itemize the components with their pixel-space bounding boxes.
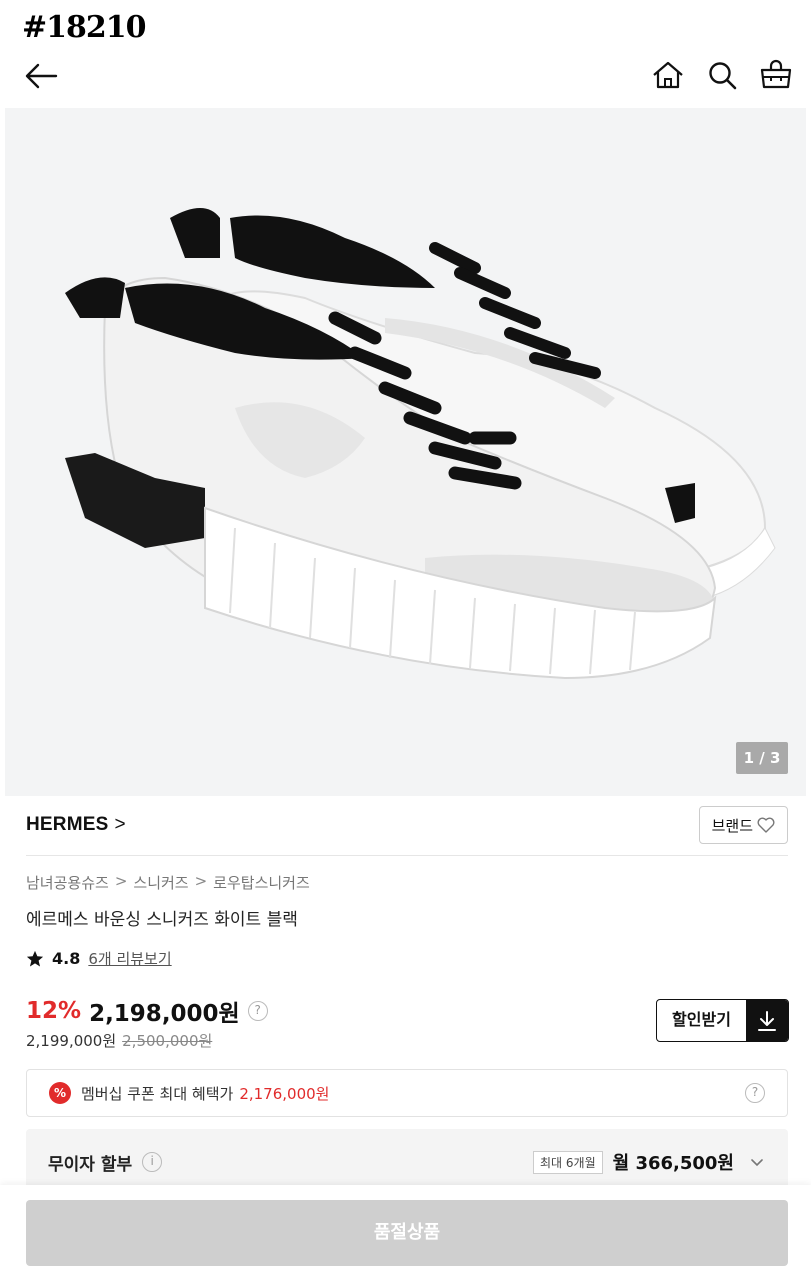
brand-follow-button[interactable]: 브랜드 [698,806,788,844]
sale-price: 2,198,000원 [89,1001,240,1027]
post-id-label: #18210 [22,10,147,45]
membership-text: 멤버십 쿠폰 최대 혜택가 [81,1084,234,1103]
info-icon[interactable]: i [142,1152,163,1172]
installment-monthly: 월 366,500원 [612,1153,734,1174]
secondary-price: 2,199,000원 [26,1032,117,1050]
help-icon[interactable]: ? [745,1083,765,1103]
download-icon [746,1000,788,1041]
product-title: 에르메스 바운싱 스니커즈 화이트 블랙 [26,910,298,930]
breadcrumb-item[interactable]: 로우탑스니커즈 [213,872,310,893]
back-arrow-icon[interactable] [22,60,62,92]
discount-rate: 12% [26,998,82,1024]
chevron-right-icon: > [114,814,126,835]
bottom-action-bar: 품절상품 [0,1185,811,1280]
breadcrumb-item[interactable]: 스니커즈 [133,872,188,893]
divider [26,855,788,856]
membership-amount: 2,176,000원 [239,1084,330,1103]
rating-score: 4.8 [52,949,81,968]
reviews-link[interactable]: 6개 리뷰보기 [88,948,171,969]
rating-row: 4.8 6개 리뷰보기 [26,948,172,969]
sub-prices: 2,199,000원 2,500,000원 [26,1030,212,1051]
get-discount-label: 할인받기 [672,1010,731,1029]
product-image [65,208,776,680]
search-icon[interactable] [705,58,739,92]
installment-label: 무이자 할부 [48,1154,133,1175]
image-pager-indicator: 1 / 3 [736,742,788,774]
brand-row: HERMES > 브랜드 [26,806,788,852]
brand-name-label: HERMES [26,814,109,835]
breadcrumb-item[interactable]: 남녀공용슈즈 [26,872,109,893]
star-icon [26,950,44,966]
price-line: 12% 2,198,000원 ? [26,994,268,1028]
heart-icon [757,817,775,833]
breadcrumb: 남녀공용슈즈 > 스니커즈 > 로우탑스니커즈 [26,872,310,893]
sold-out-button[interactable]: 품절상품 [26,1200,788,1266]
product-image-carousel[interactable]: 1 / 3 [5,108,806,796]
original-price: 2,500,000원 [122,1032,213,1050]
help-icon[interactable]: ? [247,1001,268,1021]
membership-coupon-box: % 멤버십 쿠폰 최대 혜택가 2,176,000원 ? [26,1069,788,1117]
cart-icon[interactable] [759,58,793,92]
top-navigation-bar [0,50,811,102]
percent-badge-icon: % [49,1082,71,1104]
installment-max-badge: 최대 6개월 [533,1150,603,1174]
home-icon[interactable] [651,58,685,92]
chevron-down-icon [751,1159,763,1167]
get-discount-button[interactable]: 할인받기 [656,999,789,1042]
brand-link[interactable]: HERMES > [26,814,126,836]
breadcrumb-separator: > [114,872,128,890]
breadcrumb-separator: > [194,872,208,890]
brand-follow-label: 브랜드 [711,816,753,835]
